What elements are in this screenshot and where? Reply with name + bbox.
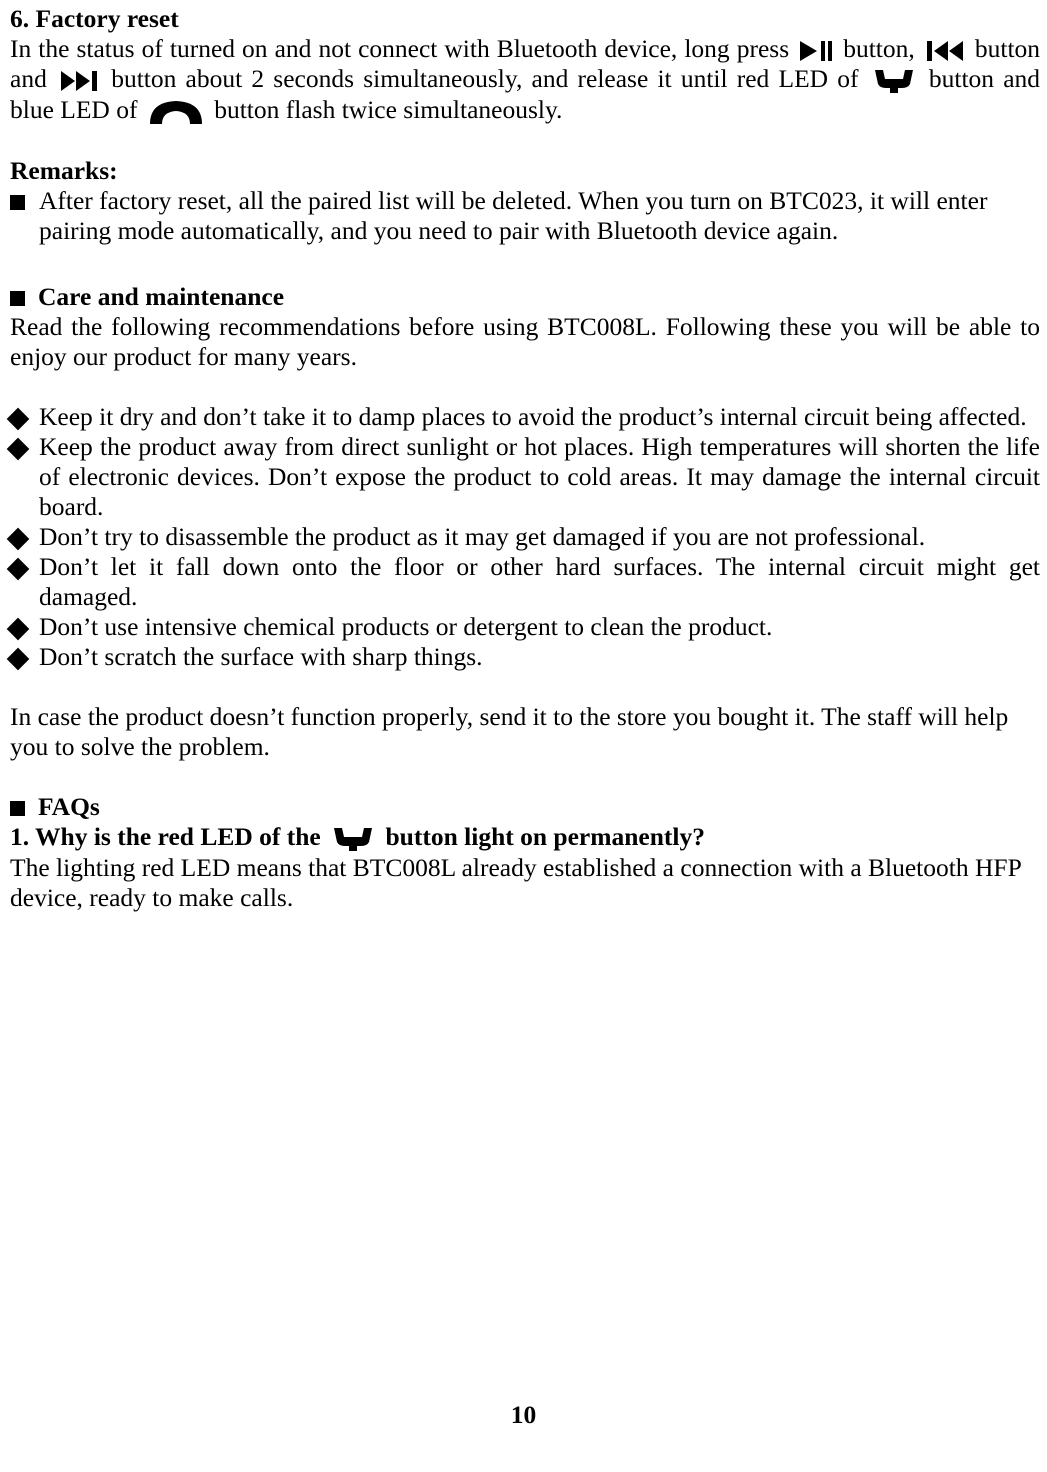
care-item-text: Keep it dry and don’t take it to damp pl… — [39, 402, 1027, 432]
care-closing-paragraph: In case the product doesn’t function pro… — [10, 702, 1009, 762]
square-bullet-icon — [10, 195, 25, 211]
hook-button-icon — [331, 825, 375, 853]
care-list-item: Don’t let it fall down onto the floor or… — [6, 552, 1040, 612]
factory-reset-paragraph: In the status of turned on and not conne… — [10, 34, 1040, 126]
previous-track-icon — [926, 40, 964, 62]
care-list-item: Keep it dry and don’t take it to damp pl… — [6, 402, 1040, 432]
factory-reset-text-4: button about 2 seconds simultaneously, a… — [111, 64, 859, 93]
document-page: 6. Factory reset In the status of turned… — [0, 0, 1047, 1472]
section-heading-faqs: FAQs — [10, 792, 1040, 822]
factory-reset-text-6: button flash twice simultaneously. — [214, 95, 563, 125]
play-pause-icon — [798, 39, 834, 63]
care-intro-paragraph: Read the following recommendations befor… — [10, 312, 1040, 372]
diamond-bullet-icon — [6, 437, 30, 461]
faq-question-1-part1: 1. Why is the red LED of the — [10, 822, 321, 852]
faq-question-1-part2: button light on permanently? — [385, 822, 706, 852]
section-heading-factory-reset: 6. Factory reset — [10, 4, 179, 33]
care-item-text: Don’t let it fall down onto the floor or… — [39, 552, 1040, 612]
care-item-text: Don’t try to disassemble the product as … — [39, 522, 926, 552]
diamond-bullet-icon — [6, 407, 30, 431]
square-bullet-icon — [10, 801, 25, 817]
remarks-item-text: After factory reset, all the paired list… — [39, 186, 988, 246]
section-heading-care-label: Care and maintenance — [38, 282, 285, 312]
section-heading-remarks: Remarks: — [10, 156, 118, 186]
diamond-bullet-icon — [6, 557, 30, 581]
care-list-item: Don’t use intensive chemical products or… — [6, 612, 1040, 642]
square-bullet-icon — [10, 291, 25, 307]
remarks-list-item: After factory reset, all the paired list… — [10, 186, 1040, 246]
care-list-item: Keep the product away from direct sunlig… — [6, 432, 1040, 522]
diamond-bullet-icon — [6, 527, 30, 551]
care-item-text: Don’t use intensive chemical products or… — [39, 612, 773, 642]
diamond-bullet-icon — [6, 647, 30, 671]
faq-question-1: 1. Why is the red LED of the button ligh… — [10, 822, 1040, 853]
care-item-text: Keep the product away from direct sunlig… — [39, 432, 1040, 522]
page-content: 6. Factory reset In the status of turned… — [6, 4, 1040, 913]
care-list-item: Don’t try to disassemble the product as … — [6, 522, 1040, 552]
phone-handset-icon — [148, 98, 204, 126]
diamond-bullet-icon — [6, 617, 30, 641]
page-number: 10 — [510, 1400, 537, 1429]
next-track-icon — [60, 70, 98, 92]
section-heading-faqs-label: FAQs — [38, 792, 100, 822]
hook-button-icon — [872, 67, 916, 95]
section-heading-care: Care and maintenance — [10, 282, 1040, 312]
factory-reset-text-1: In the status of turned on and not conne… — [10, 34, 790, 63]
faq-answer-1: The lighting red LED means that BTC008L … — [10, 853, 1021, 913]
factory-reset-text-2: button, — [843, 34, 915, 63]
care-list-item: Don’t scratch the surface with sharp thi… — [6, 642, 1040, 672]
care-item-text: Don’t scratch the surface with sharp thi… — [39, 642, 483, 672]
